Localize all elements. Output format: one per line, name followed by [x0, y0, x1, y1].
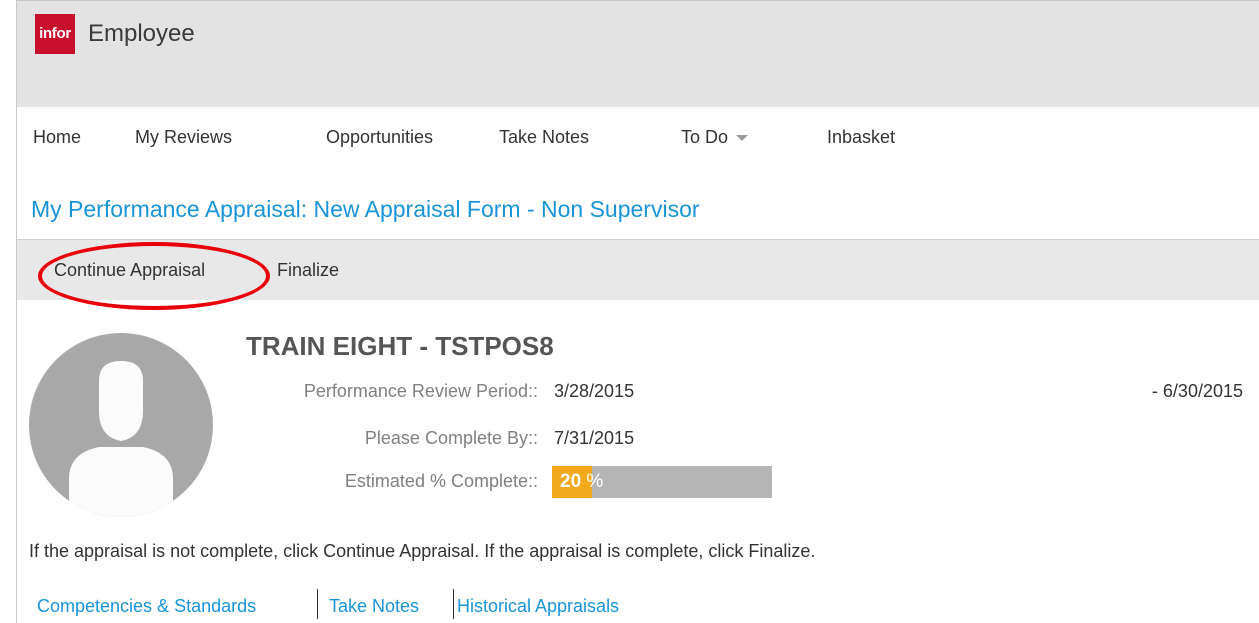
infor-logo[interactable]: infor — [35, 14, 75, 54]
complete-by-label: Please Complete By:: — [364, 428, 538, 448]
tab-historical-appraisals[interactable]: Historical Appraisals — [457, 596, 619, 617]
nav-item-opportunities[interactable]: Opportunities — [326, 127, 433, 148]
nav-item-inbasket[interactable]: Inbasket — [827, 127, 895, 148]
nav-item-to-do-label: To Do — [681, 127, 729, 147]
employee-name: TRAIN EIGHT - TSTPOS8 — [246, 331, 554, 361]
tab-separator — [453, 589, 454, 619]
continue-appraisal-button[interactable]: Continue Appraisal — [54, 260, 205, 281]
user-avatar-icon — [29, 333, 213, 517]
app-title: Employee — [88, 20, 195, 47]
chevron-down-icon — [736, 135, 749, 142]
app-window: infor Employee Home My Reviews Opportuni… — [16, 0, 1259, 623]
estimated-complete-label: Estimated % Complete:: — [344, 471, 538, 491]
page-title: My Performance Appraisal: New Appraisal … — [31, 196, 700, 222]
finalize-button[interactable]: Finalize — [277, 260, 339, 281]
progress-percent-value: 20 — [560, 471, 582, 492]
review-period-end: - 6/30/2015 — [1151, 381, 1243, 401]
completion-progress-bar: 20 % — [552, 466, 772, 498]
tab-competencies-standards[interactable]: Competencies & Standards — [37, 596, 256, 617]
app-header: infor Employee — [17, 1, 1259, 107]
nav-item-take-notes[interactable]: Take Notes — [499, 127, 589, 148]
action-toolbar: Continue Appraisal Finalize — [17, 239, 1259, 300]
tab-take-notes[interactable]: Take Notes — [329, 596, 419, 617]
nav-item-to-do[interactable]: To Do — [681, 127, 749, 148]
nav-item-home[interactable]: Home — [33, 127, 81, 148]
complete-by-value: 7/31/2015 — [554, 428, 635, 448]
tab-separator — [317, 589, 318, 619]
progress-percent-unit: % — [586, 471, 604, 492]
progress-text: 20 % — [560, 466, 603, 498]
review-period-start: 3/28/2015 — [554, 381, 635, 401]
instruction-text: If the appraisal is not complete, click … — [29, 541, 816, 561]
main-nav: Home My Reviews Opportunities Take Notes… — [17, 107, 1259, 167]
nav-item-my-reviews[interactable]: My Reviews — [135, 127, 232, 148]
review-period-label: Performance Review Period:: — [303, 381, 538, 401]
